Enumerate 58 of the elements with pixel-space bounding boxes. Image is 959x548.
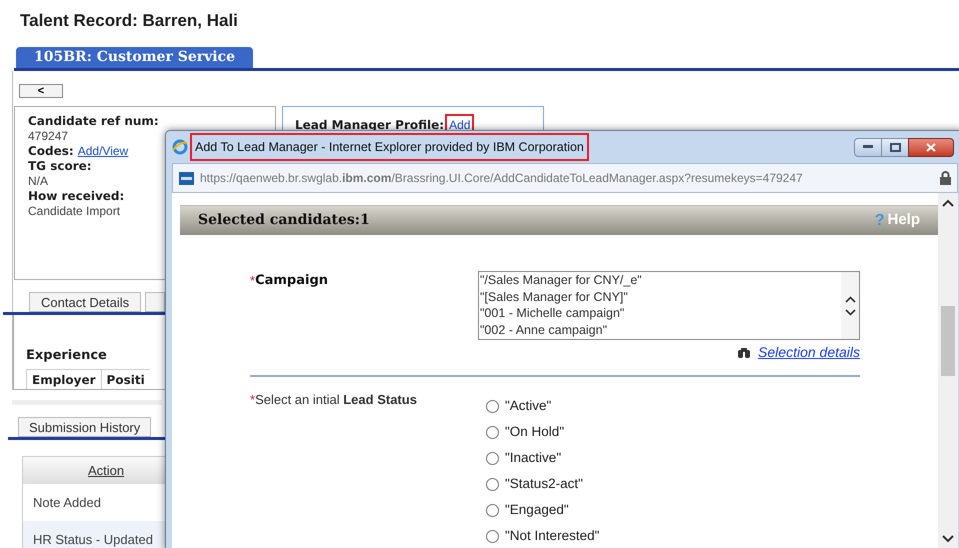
scroll-up-icon[interactable] <box>942 199 954 207</box>
section-tab[interactable] <box>145 292 166 312</box>
radio-button[interactable] <box>486 504 499 516</box>
codes-link[interactable]: Add/View <box>78 144 128 159</box>
field-value: N/A <box>28 174 48 189</box>
column-header: Positi <box>100 369 150 389</box>
list-option[interactable]: "/Sales Manager for CNY/_e" <box>480 272 642 289</box>
field-label: Lead Manager Profile: <box>295 117 444 134</box>
record-tab[interactable]: 105BR: Customer Service <box>16 47 253 68</box>
list-option[interactable]: "001 - Michelle campaign" <box>480 305 624 322</box>
required-mark: * <box>250 391 256 409</box>
column-header: Employer <box>26 369 101 389</box>
window-title: Add To Lead Manager - Internet Explorer provided by IBM Corporation <box>190 133 589 161</box>
field-label: TG score: <box>28 159 92 174</box>
restore-icon <box>890 142 900 152</box>
close-button[interactable] <box>908 138 954 156</box>
binoculars-icon <box>737 346 752 359</box>
required-mark: * <box>250 272 256 290</box>
campaign-listbox[interactable]: "/Sales Manager for CNY/_e" "[Sales Manager for CNY]" "001 - Michelle campaign" "002 - Anne campaign" <box>478 271 860 340</box>
field-label: Select an intial Lead Status <box>255 391 417 409</box>
section-tab[interactable]: Contact Details <box>29 292 142 312</box>
field-label: Candidate ref num: <box>28 114 159 129</box>
field-label: Campaign <box>255 272 328 290</box>
radio-button[interactable] <box>486 478 499 490</box>
list-option[interactable]: "002 - Anne campaign" <box>480 322 608 338</box>
site-icon <box>179 172 194 184</box>
radio-option[interactable]: "Not Interested" <box>486 523 600 548</box>
radio-option[interactable]: "Inactive" <box>486 445 600 471</box>
section-tab[interactable]: Submission History <box>18 417 152 437</box>
radio-option[interactable]: "Status2-act" <box>486 471 600 497</box>
minimize-icon <box>863 145 873 149</box>
scrollbar[interactable] <box>938 193 958 548</box>
radio-button[interactable] <box>486 400 499 412</box>
scroll-down-icon[interactable] <box>844 308 856 316</box>
field-value: Candidate Import <box>28 204 120 219</box>
browser-icon <box>172 139 188 155</box>
lock-icon <box>940 171 951 185</box>
header-title: Selected candidates:1 <box>198 211 370 230</box>
scroll-up-icon[interactable] <box>844 296 856 303</box>
radio-option[interactable]: "Engaged" <box>486 497 600 523</box>
scroll-down-icon[interactable] <box>942 535 954 543</box>
selection-details-link[interactable]: Selection details <box>758 342 860 364</box>
radio-button[interactable] <box>486 452 499 464</box>
scroll-thumb[interactable] <box>941 306 955 376</box>
radio-button[interactable] <box>486 426 499 438</box>
minimize-button[interactable] <box>854 138 882 156</box>
radio-option[interactable]: "Active" <box>486 393 600 419</box>
field-label: Codes: <box>28 144 74 159</box>
radio-option[interactable]: "On Hold" <box>486 419 600 445</box>
close-icon <box>926 142 936 152</box>
back-button[interactable]: < <box>19 84 63 98</box>
maximize-button[interactable] <box>882 138 908 156</box>
section-heading: Experience <box>26 346 107 364</box>
list-option[interactable]: "[Sales Manager for CNY]" <box>480 288 628 306</box>
page-title: Talent Record: Barren, Hali <box>19 10 238 32</box>
radio-button[interactable] <box>486 530 499 542</box>
field-label: How received: <box>28 189 124 204</box>
field-value: 479247 <box>28 129 68 144</box>
